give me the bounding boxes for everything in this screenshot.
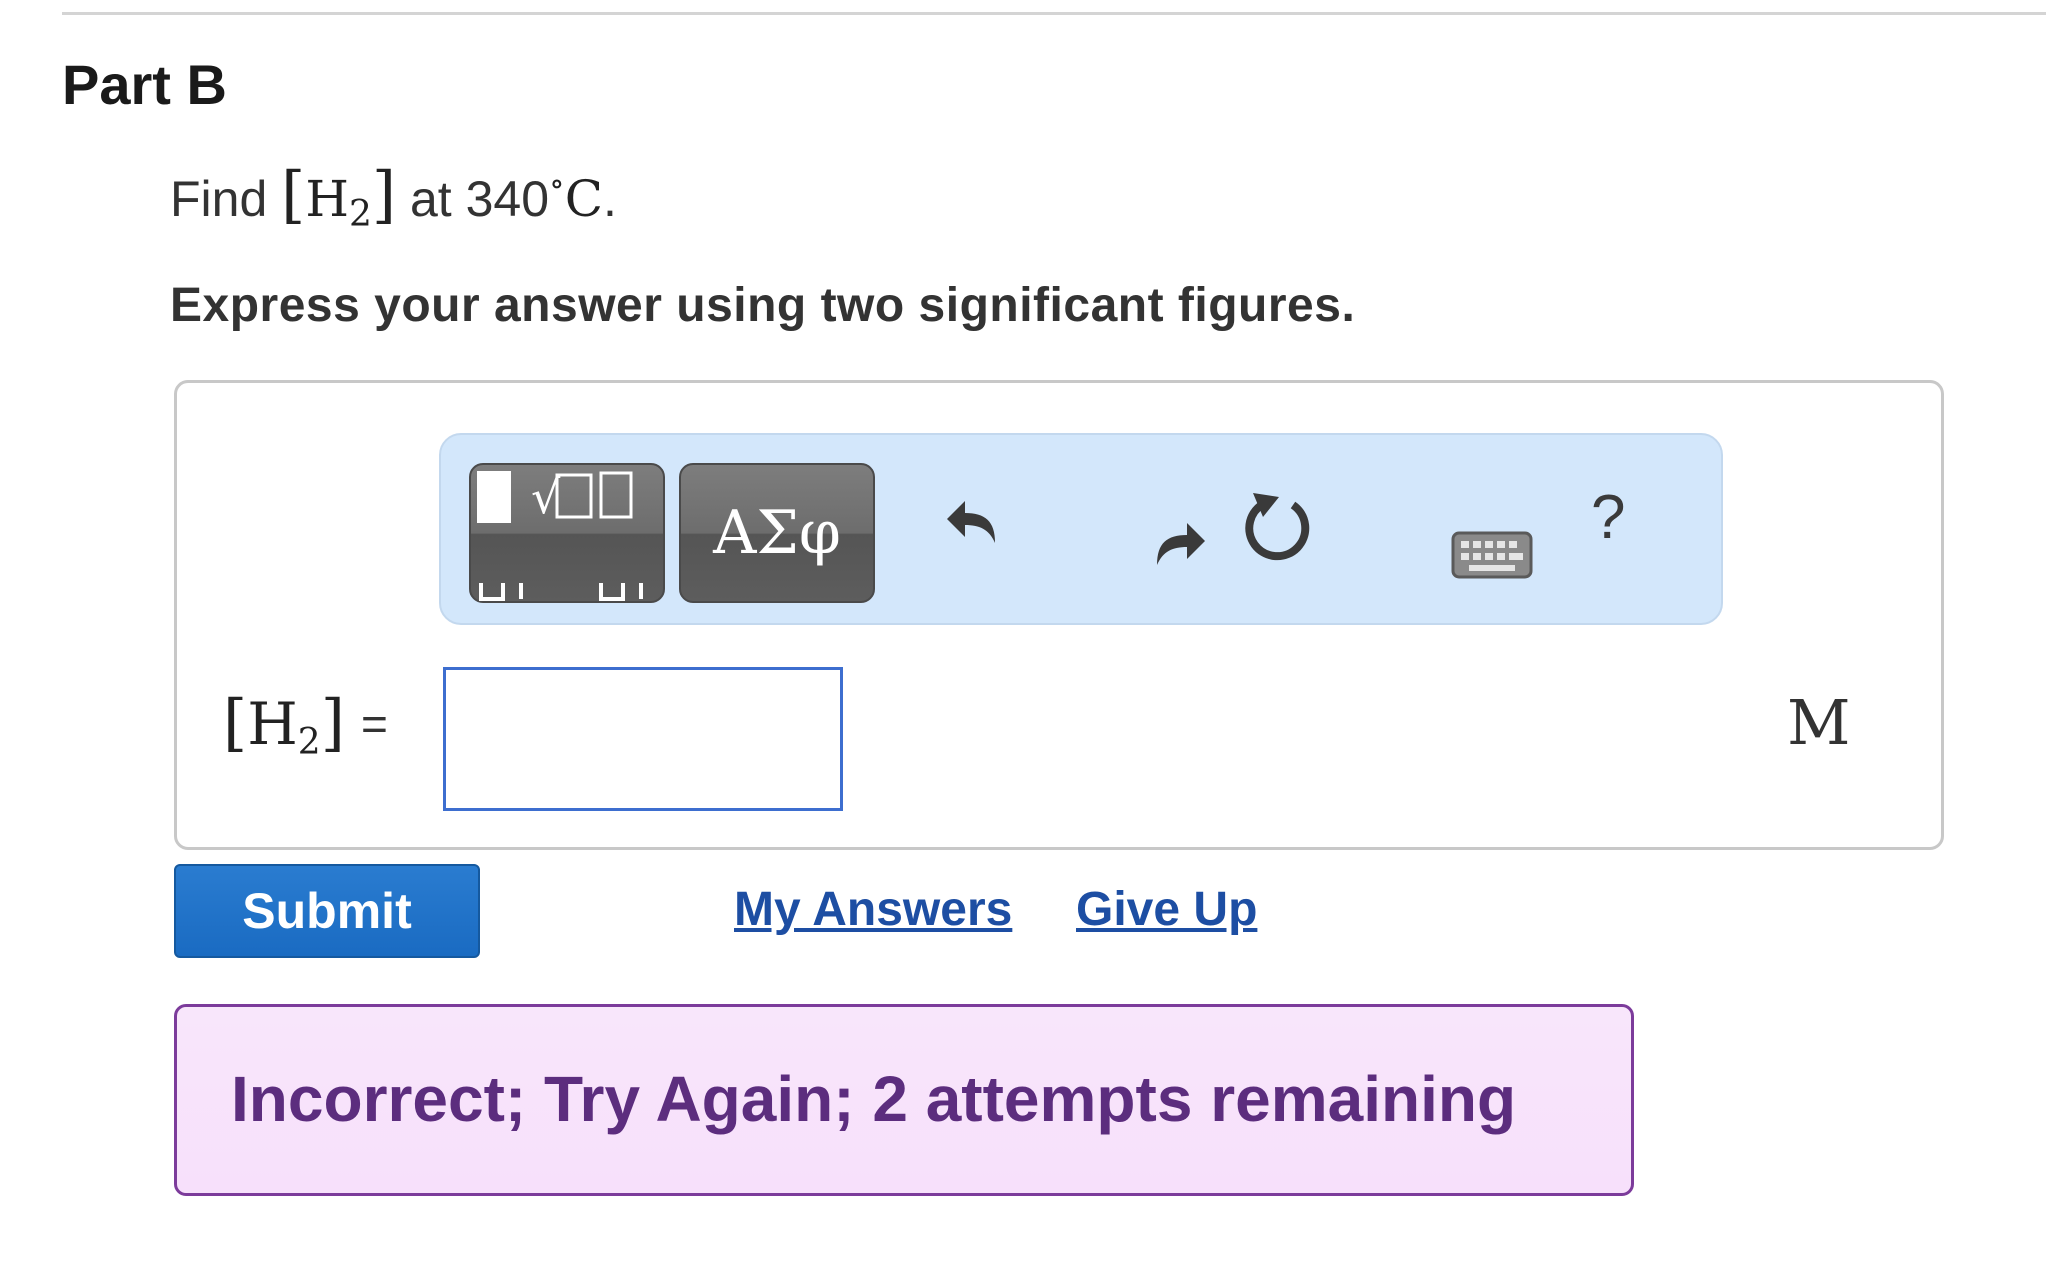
feedback-box: Incorrect; Try Again; 2 attempts remaini… [174, 1004, 1634, 1196]
species-subscript: 2 [348, 194, 372, 235]
degree-symbol: ∘ [549, 164, 565, 202]
answer-box: √ ΑΣφ ? [H2] = M [174, 380, 1944, 850]
templates-icon: √ [477, 470, 643, 601]
help-button[interactable]: ? [1591, 483, 1625, 553]
answer-subscript: 2 [297, 722, 321, 763]
submit-button[interactable]: Submit [174, 864, 480, 958]
reset-icon[interactable] [1241, 487, 1317, 563]
section-divider [62, 12, 2046, 15]
undo-icon[interactable] [941, 487, 1011, 557]
answer-input[interactable] [443, 667, 843, 811]
celsius-unit: C [564, 170, 603, 228]
question-suffix: . [602, 171, 617, 227]
feedback-message: Incorrect; Try Again; 2 attempts remaini… [231, 1063, 1517, 1135]
question-middle: at 340 [410, 171, 550, 227]
species-symbol: H [305, 170, 349, 228]
question-prefix: Find [170, 171, 268, 227]
answer-label: [H2] = [223, 686, 388, 763]
math-toolbar: √ ΑΣφ ? [439, 433, 1723, 625]
unit-label: M [1787, 686, 1851, 759]
greek-symbols-button[interactable]: ΑΣφ [679, 463, 875, 603]
templates-button[interactable]: √ [469, 463, 665, 603]
equals-sign: = [361, 698, 388, 750]
question-text: Find [H2] at 340∘C. [170, 148, 617, 250]
my-answers-link[interactable]: My Answers [734, 880, 1012, 940]
species-math: [H2] [281, 158, 397, 236]
give-up-link[interactable]: Give Up [1076, 880, 1257, 940]
answer-symbol: H [247, 690, 298, 758]
redo-icon[interactable] [1141, 507, 1211, 577]
svg-text:√: √ [531, 470, 561, 524]
keyboard-icon[interactable] [1451, 529, 1533, 581]
instruction-text: Express your answer using two significan… [170, 279, 1356, 332]
part-title: Part B [62, 53, 227, 116]
